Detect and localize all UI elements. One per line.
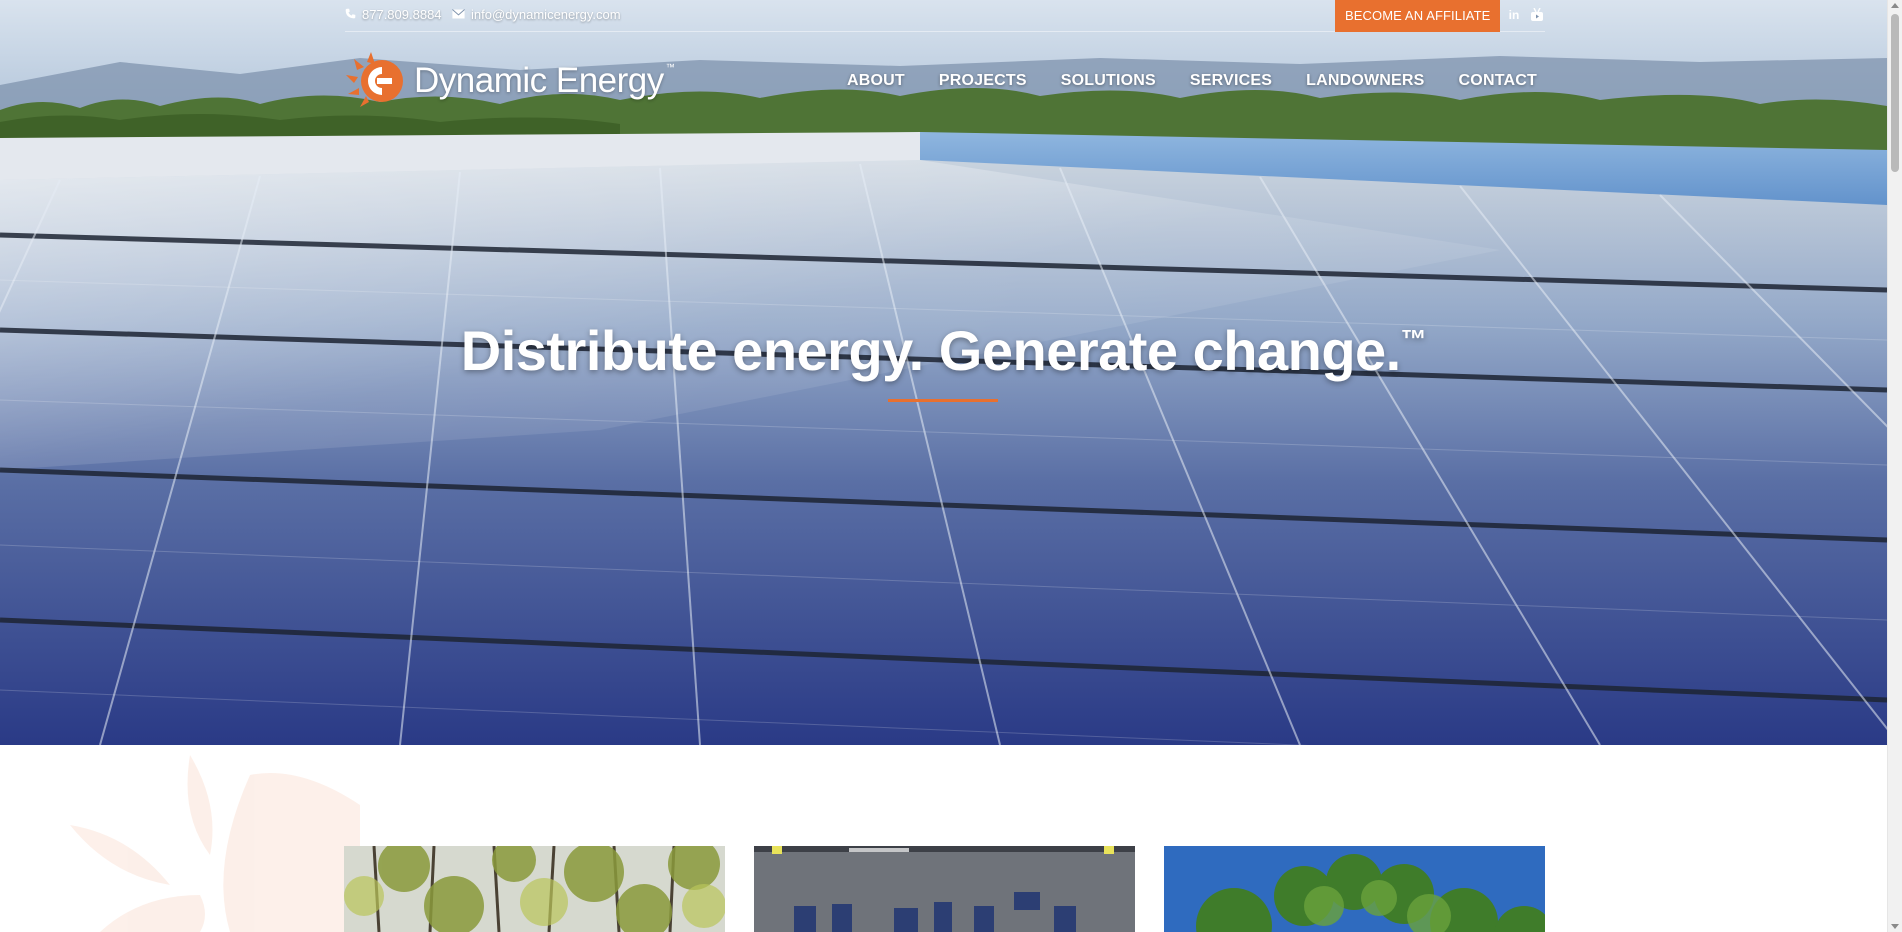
top-bar: 877.809.8884 info@dynamicenergy.com BECO… <box>345 0 1545 32</box>
main-nav: ABOUT PROJECTS SOLUTIONS SERVICES LANDOW… <box>830 72 1554 90</box>
page-scrollbar[interactable] <box>1887 0 1902 932</box>
nav-projects[interactable]: PROJECTS <box>922 72 1044 90</box>
scroll-up-arrow-icon[interactable] <box>1891 3 1899 8</box>
scroll-thumb[interactable] <box>1891 14 1899 172</box>
hero-headline: Distribute energy. Generate change.™ <box>0 318 1887 383</box>
brand-trademark: ™ <box>665 62 675 72</box>
hero-headline-trademark: ™ <box>1400 324 1427 354</box>
trees-field-photo <box>344 846 725 932</box>
envelope-icon <box>452 7 465 22</box>
youtube-icon[interactable] <box>1529 7 1545 23</box>
nav-services[interactable]: SERVICES <box>1173 72 1289 90</box>
brand-name: Dynamic Energy <box>414 61 664 100</box>
nav-landowners[interactable]: LANDOWNERS <box>1289 72 1441 90</box>
email-address: info@dynamicenergy.com <box>471 7 621 22</box>
phone-contact[interactable]: 877.809.8884 <box>345 7 442 22</box>
become-affiliate-button[interactable]: BECOME AN AFFILIATE <box>1335 0 1501 32</box>
feature-card-1[interactable] <box>344 846 725 932</box>
feature-card-2[interactable] <box>754 846 1135 932</box>
nav-contact[interactable]: CONTACT <box>1442 72 1554 90</box>
scroll-down-arrow-icon[interactable] <box>1891 924 1899 929</box>
nav-about[interactable]: ABOUT <box>830 72 922 90</box>
feature-card-3[interactable] <box>1164 846 1545 932</box>
hero-headline-text: Distribute energy. Generate change. <box>460 319 1401 382</box>
sun-logo-icon <box>346 52 403 107</box>
rooftop-solar-photo <box>754 846 1135 932</box>
green-trees-sky-photo <box>1164 846 1545 932</box>
nav-solutions[interactable]: SOLUTIONS <box>1044 72 1173 90</box>
email-contact[interactable]: info@dynamicenergy.com <box>452 7 621 22</box>
linkedin-icon[interactable]: in <box>1506 7 1522 23</box>
phone-icon <box>345 7 356 22</box>
brand-logo[interactable]: Dynamic Energy ™ <box>344 50 675 112</box>
headline-divider <box>888 399 998 402</box>
hero-section: 877.809.8884 info@dynamicenergy.com BECO… <box>0 0 1887 745</box>
phone-number: 877.809.8884 <box>362 7 442 22</box>
